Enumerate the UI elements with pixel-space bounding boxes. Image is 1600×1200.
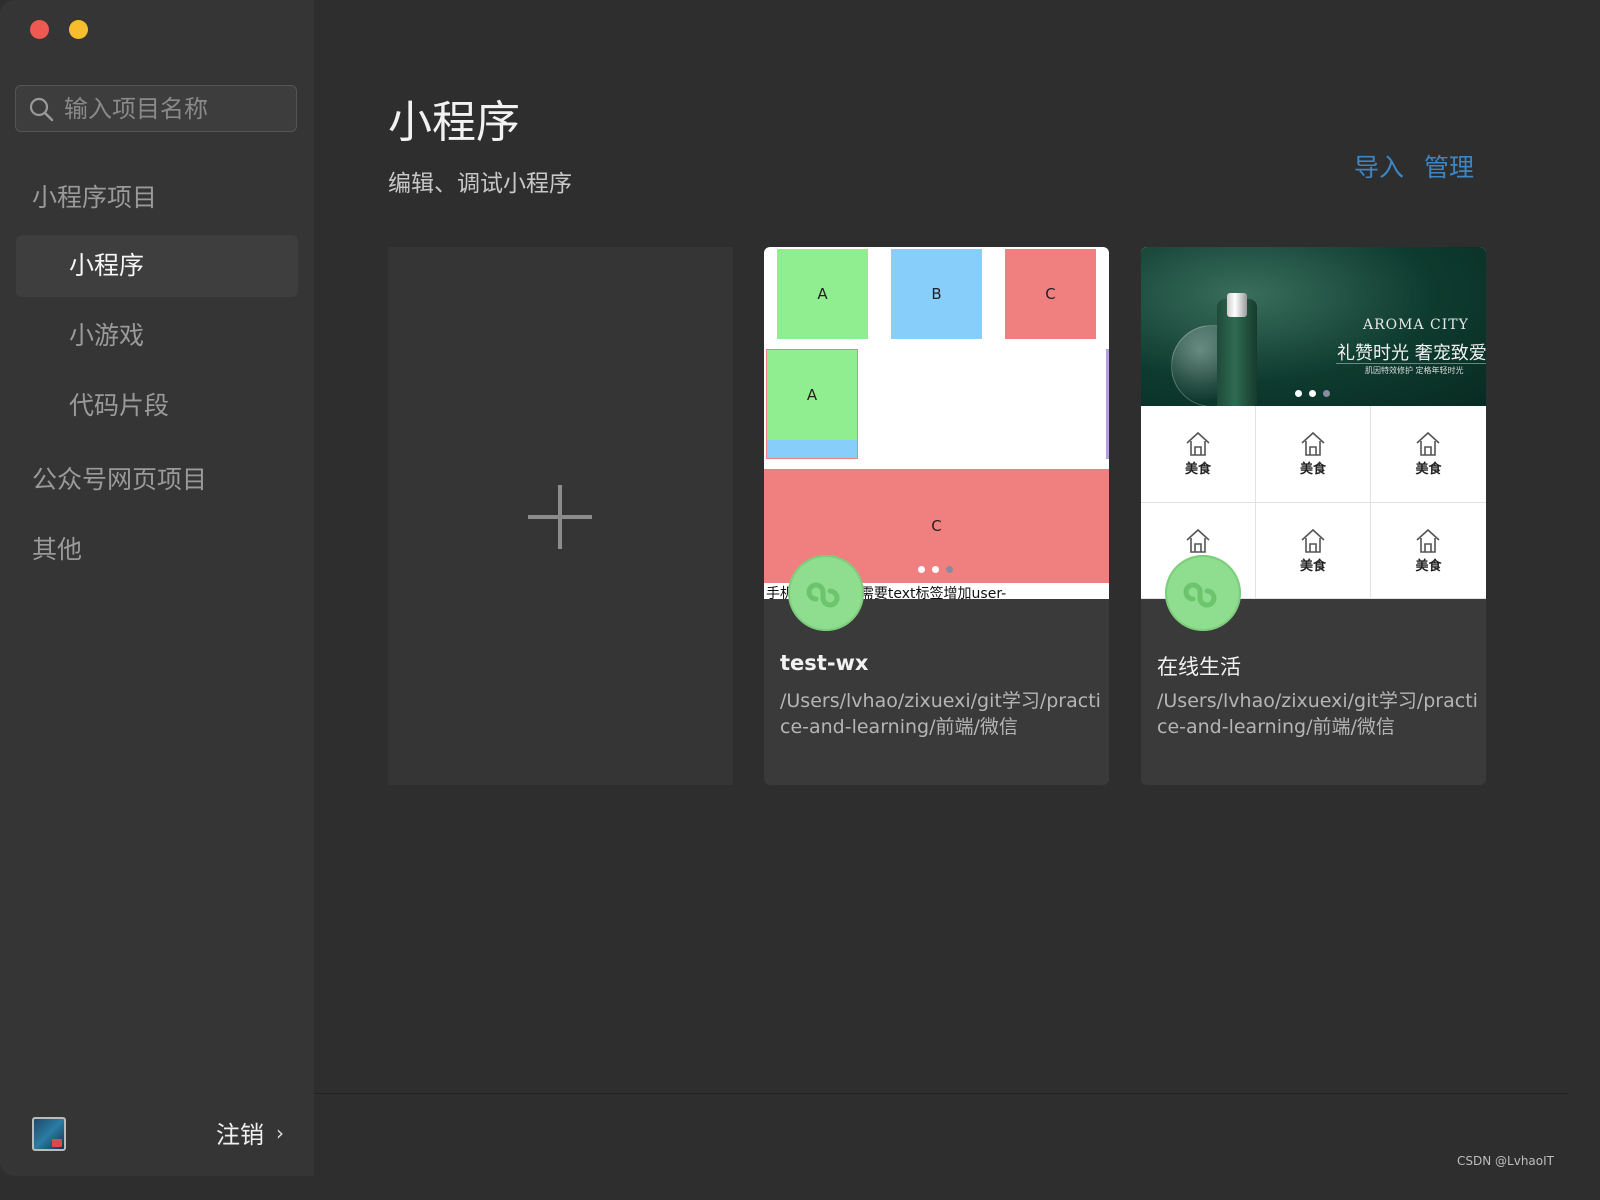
project-name: test-wx: [780, 651, 869, 675]
thumb-block-a: A: [777, 249, 868, 339]
plus-icon: [528, 485, 592, 549]
project-path: /Users/lvhao/zixuexi/git学习/practice-and-…: [1157, 690, 1478, 738]
grid-cell: 美食: [1141, 406, 1256, 503]
nav-section-miniprogram-projects[interactable]: 小程序项目: [32, 178, 157, 214]
thumb-block-label: C: [931, 517, 942, 535]
miniprogram-logo-icon: [788, 555, 864, 631]
house-icon: [1186, 431, 1210, 456]
nav-item-miniprogram[interactable]: 小程序: [16, 235, 298, 297]
banner-brand: AROMA CITY: [1363, 317, 1469, 333]
grid-cell: 美食: [1371, 503, 1486, 599]
nav-item-label: 小游戏: [69, 321, 145, 350]
logout-label: 注销: [216, 1121, 264, 1149]
thumb-block-c: C: [1005, 249, 1096, 339]
house-icon: [1416, 528, 1440, 553]
chevron-right-icon: ›: [276, 1120, 284, 1145]
import-link[interactable]: 导入: [1354, 148, 1404, 184]
thumb-block-label: B: [931, 285, 942, 303]
grid-cell: 美食: [1256, 502, 1371, 599]
nav-item-code-snippets[interactable]: 代码片段: [16, 375, 298, 437]
grid-cell: 美食: [1371, 406, 1486, 503]
new-project-card[interactable]: [388, 247, 733, 785]
search-input[interactable]: [62, 93, 286, 124]
grid-cell-label: 美食: [1415, 462, 1442, 477]
house-icon: [1186, 528, 1210, 553]
nav-section-official-account-web[interactable]: 公众号网页项目: [32, 460, 207, 496]
watermark: CSDN @LvhaoIT: [1457, 1154, 1554, 1168]
project-name: 在线生活: [1157, 655, 1241, 679]
thumb-block-label: A: [806, 386, 818, 404]
miniprogram-logo-icon: [1165, 555, 1241, 631]
minimize-window-button[interactable]: [69, 20, 88, 39]
search-icon: [29, 97, 54, 121]
app-window: 小程序项目 小程序 小游戏 代码片段 公众号网页项目 其他 注销 › 小程序 编…: [0, 0, 1568, 1176]
thumb-block-label: A: [817, 285, 828, 303]
header-actions: 导入 管理: [1354, 148, 1474, 184]
avatar[interactable]: [32, 1117, 66, 1151]
grid-cell-label: 美食: [1184, 462, 1211, 477]
project-card-online-life[interactable]: AROMA CITY 礼赞时光 奢宠致爱 肌因特效修护 定格年轻时光 美食 美食: [1141, 247, 1486, 785]
search-box[interactable]: [15, 85, 297, 132]
house-icon: [1301, 431, 1325, 456]
page-title: 小程序: [388, 97, 520, 148]
grid-cell-label: 美食: [1299, 462, 1326, 477]
thumb-banner-image: AROMA CITY 礼赞时光 奢宠致爱 肌因特效修护 定格年轻时光: [1141, 247, 1486, 406]
grid-cell: 美食: [1256, 406, 1371, 503]
project-thumbnail: A B C A C 手机 选中效果(需要text标签增加user-: [764, 247, 1109, 599]
banner-subslogan: 肌因特效修护 定格年轻时光: [1365, 366, 1464, 375]
nav-section-other[interactable]: 其他: [32, 530, 82, 566]
page-subtitle: 编辑、调试小程序: [388, 171, 572, 197]
house-icon: [1301, 528, 1325, 553]
carousel-dots: [918, 566, 953, 573]
project-thumbnail: AROMA CITY 礼赞时光 奢宠致爱 肌因特效修护 定格年轻时光 美食 美食: [1141, 247, 1486, 599]
manage-link[interactable]: 管理: [1424, 148, 1474, 184]
sidebar: 小程序项目 小程序 小游戏 代码片段 公众号网页项目 其他 注销 ›: [0, 0, 314, 1176]
thumb-scroll-edge: [1106, 349, 1109, 459]
nav-item-minigame[interactable]: 小游戏: [16, 305, 298, 367]
thumb-block-b: B: [891, 249, 982, 339]
nav-item-label: 代码片段: [69, 391, 170, 420]
carousel-dots: [1295, 390, 1330, 397]
thumb-block-mid: A: [766, 349, 858, 459]
thumb-block-label: C: [1045, 285, 1056, 303]
nav-item-label: 小程序: [69, 251, 145, 280]
main-panel: 小程序 编辑、调试小程序 导入 管理 A B C A C 手机 选中效果(需要t…: [314, 0, 1568, 1176]
grid-cell-label: 美食: [1415, 558, 1442, 574]
project-card-test-wx[interactable]: A B C A C 手机 选中效果(需要text标签增加user- test-w…: [764, 247, 1109, 785]
project-path: /Users/lvhao/zixuexi/git学习/practice-and-…: [780, 690, 1101, 738]
footer-divider: [314, 1093, 1568, 1094]
close-window-button[interactable]: [30, 20, 49, 39]
banner-slogan: 礼赞时光 奢宠致爱: [1337, 343, 1486, 364]
grid-cell-label: 美食: [1299, 558, 1326, 574]
logout-button[interactable]: 注销 ›: [216, 1115, 284, 1150]
house-icon: [1416, 431, 1440, 456]
